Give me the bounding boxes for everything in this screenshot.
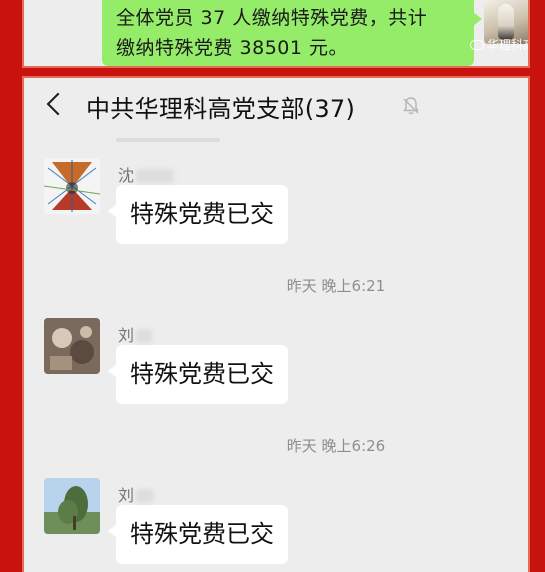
sender-name-redacted xyxy=(136,169,175,183)
message-bubble[interactable]: 特殊党费已交 xyxy=(108,345,288,404)
wechat-icon xyxy=(470,40,484,50)
sender-name-redacted xyxy=(136,329,153,343)
sender-name: 刘 xyxy=(118,322,153,346)
avatar-shoe-image xyxy=(498,4,514,40)
timestamp: 昨天 晚上6:21 xyxy=(286,277,386,295)
mute-bell-icon xyxy=(403,97,419,115)
scroll-indicator xyxy=(116,138,220,142)
sender-name-text: 刘 xyxy=(118,486,135,505)
geometric-avatar-image xyxy=(44,158,100,214)
sender-name: 沈 xyxy=(118,162,175,186)
watermark: 华理科高 xyxy=(470,36,528,53)
bubble-tail xyxy=(108,204,117,218)
self-message-line-2: 缴纳特殊党费 38501 元。 xyxy=(116,37,349,59)
tree-avatar-image xyxy=(44,478,100,534)
timestamp: 昨天 晚上6:26 xyxy=(286,437,386,455)
message-bubble[interactable]: 特殊党费已交 xyxy=(108,185,288,244)
chat-panel: 中共华理科高党支部(37) 沈 特殊党费已交 昨天 晚上6:21 刘 特殊党费已… xyxy=(22,76,530,572)
photo-avatar-image xyxy=(44,318,100,374)
sender-name-redacted xyxy=(136,489,155,503)
avatar[interactable] xyxy=(44,318,100,374)
bubble-tail xyxy=(108,364,117,378)
back-icon[interactable] xyxy=(46,92,70,116)
sender-name: 刘 xyxy=(118,482,155,506)
message-text: 特殊党费已交 xyxy=(130,520,274,548)
message-text: 特殊党费已交 xyxy=(130,200,274,228)
self-message-bubble[interactable]: 全体党员 37 人缴纳特殊党费，共计 缴纳特殊党费 38501 元。 xyxy=(102,0,482,66)
chat-header: 中共华理科高党支部(37) xyxy=(24,78,528,134)
bubble-tail xyxy=(108,524,117,538)
watermark-text: 华理科高 xyxy=(487,38,528,52)
previous-message-panel: 全体党员 37 人缴纳特殊党费，共计 缴纳特殊党费 38501 元。 华理科高 xyxy=(22,0,530,68)
self-message-line-1: 全体党员 37 人缴纳特殊党费，共计 xyxy=(116,7,428,29)
avatar[interactable] xyxy=(44,158,100,214)
sender-name-text: 刘 xyxy=(118,326,135,345)
chat-title: 中共华理科高党支部(37) xyxy=(86,95,356,123)
message-text: 特殊党费已交 xyxy=(130,360,274,388)
message-bubble[interactable]: 特殊党费已交 xyxy=(108,505,288,564)
sender-name-text: 沈 xyxy=(118,166,135,185)
avatar[interactable] xyxy=(44,478,100,534)
bubble-tail xyxy=(473,12,482,26)
